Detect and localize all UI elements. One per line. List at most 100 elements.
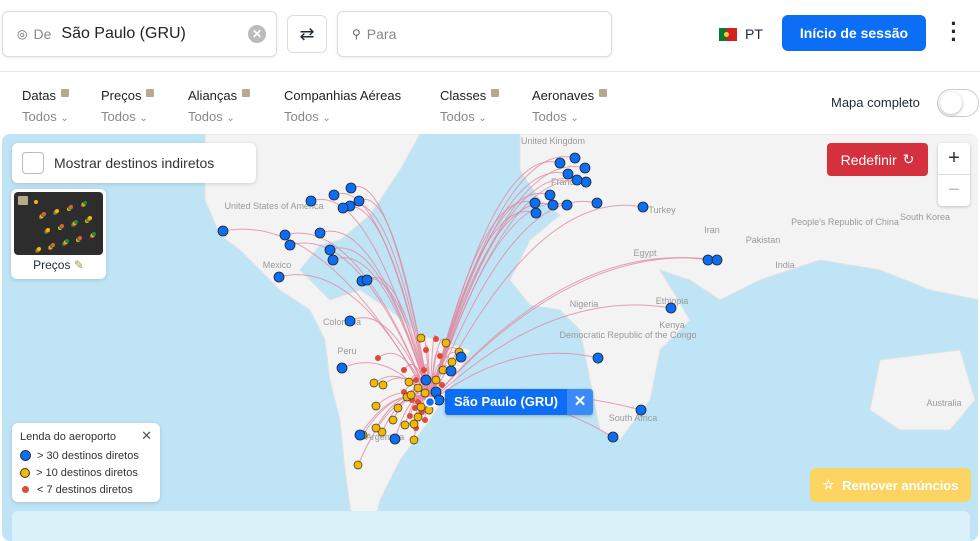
filter-label: Aeronaves <box>532 88 595 103</box>
filter-preços[interactable]: Preços Todos ⌄ <box>101 88 155 124</box>
airport-large[interactable] <box>711 254 723 266</box>
airport-large[interactable] <box>336 362 348 374</box>
thumb-dot <box>42 212 46 216</box>
airport-large[interactable] <box>544 189 556 201</box>
login-button[interactable]: Início de sessão <box>782 15 926 51</box>
airport-medium[interactable] <box>406 390 416 400</box>
zoom-out-button[interactable]: − <box>938 174 970 205</box>
airport-medium[interactable] <box>416 333 426 343</box>
origin-airport[interactable] <box>424 396 436 408</box>
airport-large[interactable] <box>324 244 336 256</box>
route-map[interactable]: United States of America Mexico Colombia Pe… <box>2 134 978 541</box>
airport-large[interactable] <box>354 429 366 441</box>
airport-medium[interactable] <box>378 380 388 390</box>
airport-large[interactable] <box>420 374 432 386</box>
airport-large[interactable] <box>455 351 467 363</box>
airport-large[interactable] <box>217 225 229 237</box>
airport-medium[interactable] <box>420 388 430 398</box>
airport-medium[interactable] <box>369 378 379 388</box>
airport-large[interactable] <box>328 189 340 201</box>
remove-ads-button[interactable]: ☆ Remover anúncios <box>810 468 971 502</box>
airport-large[interactable] <box>530 207 542 219</box>
filter-datas[interactable]: Datas Todos ⌄ <box>22 88 69 124</box>
remove-origin-icon[interactable]: ✕ <box>567 389 594 415</box>
more-menu-icon[interactable]: · · · <box>948 13 960 51</box>
zoom-in-button[interactable]: + <box>938 143 970 174</box>
airport-large[interactable] <box>284 239 296 251</box>
airport-large[interactable] <box>433 394 445 406</box>
airport-large[interactable] <box>591 197 603 209</box>
airport-large[interactable] <box>445 365 457 377</box>
airport-medium[interactable] <box>447 357 457 367</box>
airport-large[interactable] <box>571 174 583 186</box>
filter-aeronaves[interactable]: Aeronaves Todos ⌄ <box>532 88 608 124</box>
airport-large[interactable] <box>635 404 647 416</box>
airport-large[interactable] <box>580 176 592 188</box>
airport-medium[interactable] <box>404 377 414 387</box>
airport-medium[interactable] <box>388 415 398 425</box>
close-legend-icon[interactable]: ✕ <box>141 428 152 444</box>
airport-small[interactable] <box>422 417 428 423</box>
airport-medium[interactable] <box>413 412 423 422</box>
airport-medium[interactable] <box>371 401 381 411</box>
airport-small[interactable] <box>437 353 443 359</box>
airport-large[interactable] <box>344 315 356 327</box>
airport-large[interactable] <box>665 302 677 314</box>
airport-large[interactable] <box>702 254 714 266</box>
airport-large[interactable] <box>279 229 291 241</box>
airport-medium[interactable] <box>409 435 419 445</box>
airport-medium[interactable] <box>424 405 434 415</box>
airport-medium[interactable] <box>353 460 363 470</box>
airport-large[interactable] <box>562 168 574 180</box>
airport-large[interactable] <box>389 433 401 445</box>
airport-large[interactable] <box>561 199 573 211</box>
airport-small[interactable] <box>413 377 419 383</box>
airport-large[interactable] <box>337 202 349 214</box>
full-map-toggle[interactable] <box>937 89 979 117</box>
airport-large[interactable] <box>637 201 649 213</box>
from-field[interactable]: ◎ De São Paulo (GRU) ✕ <box>2 11 277 57</box>
airport-medium[interactable] <box>409 419 419 429</box>
airport-medium[interactable] <box>400 420 410 430</box>
airport-small[interactable] <box>407 413 413 419</box>
airport-large[interactable] <box>361 274 373 286</box>
airport-small[interactable] <box>421 367 427 373</box>
airport-large[interactable] <box>529 197 541 209</box>
checkbox[interactable] <box>22 152 44 174</box>
from-value[interactable]: São Paulo (GRU) <box>61 25 186 43</box>
airport-medium[interactable] <box>371 423 381 433</box>
airport-large[interactable] <box>547 199 559 211</box>
airport-large[interactable] <box>314 227 326 239</box>
airport-large[interactable] <box>554 157 566 169</box>
swap-button[interactable]: ⇄ <box>287 15 327 53</box>
airport-large[interactable] <box>592 352 604 364</box>
reset-button[interactable]: Redefinir ↻ <box>827 143 928 176</box>
airport-large[interactable] <box>353 195 365 207</box>
airport-large[interactable] <box>607 431 619 443</box>
filter-companhias-aéreas[interactable]: Companhias Aéreas Todos ⌄ <box>284 88 401 124</box>
airport-large[interactable] <box>305 195 317 207</box>
filter-alianças[interactable]: Alianças Todos ⌄ <box>188 88 251 124</box>
airport-large[interactable] <box>273 271 285 283</box>
airport-medium[interactable] <box>393 403 403 413</box>
to-placeholder[interactable]: Para <box>367 26 397 42</box>
airport-small[interactable] <box>375 355 381 361</box>
airport-medium[interactable] <box>431 375 441 385</box>
prices-layer-button[interactable]: Preços ✎ <box>11 189 106 279</box>
to-field[interactable]: ⚲ Para <box>337 11 612 57</box>
filter-classes[interactable]: Classes Todos ⌄ <box>440 88 500 124</box>
airport-large[interactable] <box>569 152 581 164</box>
indirect-destinations-checkbox[interactable]: Mostrar destinos indiretos <box>12 143 256 183</box>
airport-medium[interactable] <box>441 338 451 348</box>
airport-medium[interactable] <box>416 402 426 412</box>
airport-large[interactable] <box>327 254 339 266</box>
airport-large[interactable] <box>579 162 591 174</box>
airport-small[interactable] <box>433 336 439 342</box>
clear-icon[interactable]: ✕ <box>248 25 266 43</box>
airport-large[interactable] <box>345 182 357 194</box>
airport-medium[interactable] <box>413 383 423 393</box>
language-selector[interactable]: PT <box>719 26 763 42</box>
airport-small[interactable] <box>439 382 445 388</box>
airport-small[interactable] <box>401 367 407 373</box>
airport-small[interactable] <box>423 347 429 353</box>
